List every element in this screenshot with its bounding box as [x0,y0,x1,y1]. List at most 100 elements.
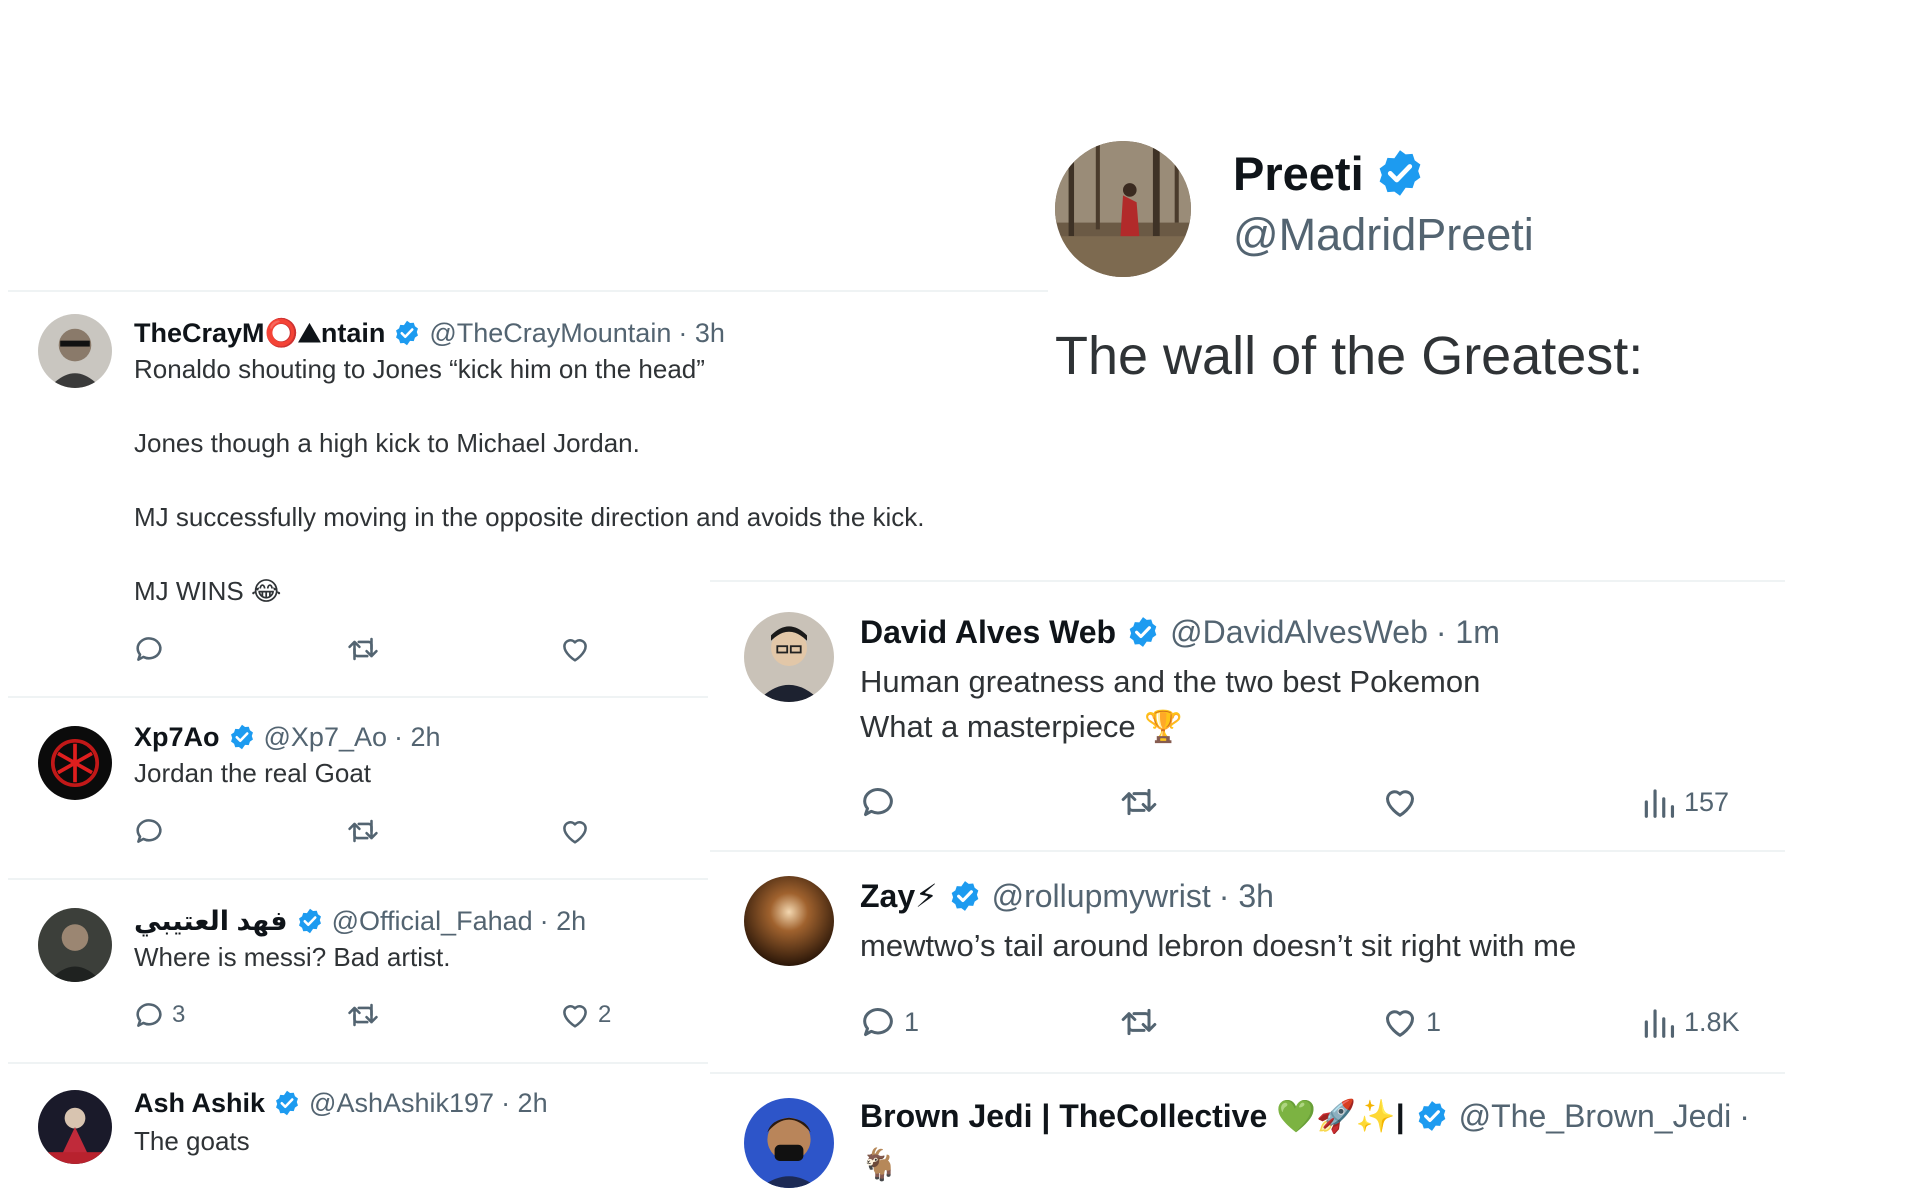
avatar[interactable] [38,908,112,982]
repost-arrows-icon [1121,788,1157,816]
timestamp[interactable]: · 3h [678,318,725,349]
reply-tweet[interactable]: Xp7Ao @Xp7_Ao · 2h Jordan the real Goat [8,698,708,878]
author-name[interactable]: TheCrayM⭕⛰ntain [134,317,385,350]
author-handle[interactable]: @The_Brown_Jedi [1459,1098,1732,1135]
reply-tweet[interactable]: David Alves Web @DavidAlvesWeb · 1m Huma… [710,582,1785,850]
avatar[interactable] [38,726,112,800]
reply-text-line: The goats [134,1126,250,1156]
author-name[interactable]: David Alves Web [860,614,1116,651]
author-name[interactable]: Brown Jedi | TheCollective 💚🚀✨| [860,1097,1405,1135]
timestamp[interactable]: · 2h [540,906,587,937]
post-text: The wall of the Greatest: [1055,326,1644,386]
repost-arrows-icon [348,637,378,661]
like-button[interactable] [558,814,592,848]
avatar[interactable] [1055,141,1191,277]
speech-bubble-icon [136,819,162,843]
like-button[interactable] [558,632,592,666]
retweet-button[interactable] [345,814,381,848]
reply-header: Xp7Ao @Xp7_Ao · 2h [134,720,441,754]
bar-chart-icon [1644,789,1675,818]
bar-chart-icon [1644,1009,1675,1038]
like-count: 1 [1426,1006,1442,1037]
reply-text-line: 🐐 [860,1147,899,1182]
reply-button[interactable] [132,814,166,848]
reply-count: 1 [904,1006,920,1037]
reply-text-line: mewtwo’s tail around lebron doesn’t sit … [860,928,1577,963]
author-name[interactable]: Preeti [1233,146,1364,201]
reply-button[interactable] [132,632,166,666]
author-handle[interactable]: @rollupmywrist [992,878,1211,915]
retweet-button[interactable] [1118,1002,1160,1042]
author-handle[interactable]: @Official_Fahad [332,906,533,937]
reply-text-line: What a masterpiece 🏆 [860,709,1183,744]
reply-tweet[interactable]: Zay⚡ @rollupmywrist · 3h mewtwo’s tail a… [710,852,1785,1072]
speech-bubble-icon [136,637,162,661]
views-button[interactable]: 157 [1640,782,1729,822]
right-replies-panel: David Alves Web @DavidAlvesWeb · 1m Huma… [710,580,1785,1200]
avatar[interactable] [38,314,112,388]
retweet-button[interactable] [345,632,381,666]
verified-icon [1126,615,1160,649]
reply-header: Brown Jedi | TheCollective 💚🚀✨| @The_Bro… [860,1096,1750,1136]
like-button[interactable]: 2 [558,998,611,1032]
header-post: Preeti @MadridPreeti The wall of the Gre… [1055,135,1855,395]
author-handle[interactable]: @MadridPreeti [1233,209,1534,261]
avatar[interactable] [744,1098,834,1188]
verified-icon [1374,147,1426,199]
timestamp[interactable]: · 3h [1219,878,1274,915]
retweet-button[interactable] [345,998,381,1032]
repost-arrows-icon [348,819,378,843]
timestamp[interactable]: · 1m [1436,614,1500,651]
avatar[interactable] [744,876,834,966]
reply-button[interactable]: 3 [132,998,185,1032]
speech-bubble-icon [863,1008,893,1036]
reply-button[interactable] [858,782,898,822]
retweet-button[interactable] [1118,782,1160,822]
avatar[interactable] [744,612,834,702]
author-row: Preeti [1233,145,1426,201]
repost-arrows-icon [348,1003,378,1027]
author-handle[interactable]: @DavidAlvesWeb [1170,614,1428,651]
view-count: 157 [1684,786,1730,817]
timestamp[interactable]: · [1739,1098,1750,1135]
reply-text-line: Ronaldo shouting to Jones “kick him on t… [134,354,705,384]
heart-icon [563,639,587,662]
author-handle[interactable]: @AshAshik197 [309,1088,494,1119]
like-button[interactable]: 1 [1380,1002,1441,1042]
reply-text-line: Human greatness and the two best Pokemon [860,664,1481,699]
heart-icon [563,821,587,844]
reply-button[interactable]: 1 [858,1002,919,1042]
verified-icon [393,319,421,347]
reply-text-line: MJ successfully moving in the opposite d… [134,502,925,532]
reply-text-line: Jordan the real Goat [134,758,372,788]
reply-tweet[interactable]: فهد العتيبي @Official_Fahad · 2h Where i… [8,880,708,1062]
author-name[interactable]: Xp7Ao [134,722,220,753]
timestamp[interactable]: · 2h [394,722,441,753]
speech-bubble-icon [863,788,893,816]
verified-icon [296,907,324,935]
reply-text-line: Where is messi? Bad artist. [134,942,451,972]
author-handle[interactable]: @Xp7_Ao [264,722,388,753]
author-handle[interactable]: @TheCrayMountain [429,318,671,349]
author-name[interactable]: Zay⚡ [860,877,938,915]
reply-header: Ash Ashik @AshAshik197 · 2h [134,1086,548,1120]
reply-tweet[interactable]: Ash Ashik @AshAshik197 · 2h The goats [8,1064,708,1180]
reply-text-line: MJ WINS 😂 [134,576,282,606]
like-button[interactable] [1380,782,1420,822]
heart-icon [1386,790,1414,817]
reply-tweet[interactable]: Brown Jedi | TheCollective 💚🚀✨| @The_Bro… [710,1074,1785,1200]
heart-icon [1386,1010,1414,1037]
reply-header: TheCrayM⭕⛰ntain @TheCrayMountain · 3h [134,316,725,350]
verified-icon [948,879,982,913]
reply-text-line: Jones though a high kick to Michael Jord… [134,428,640,458]
like-count: 2 [598,1001,612,1028]
views-button[interactable]: 1.8K [1640,1002,1740,1042]
timestamp[interactable]: · 2h [501,1088,548,1119]
reply-header: Zay⚡ @rollupmywrist · 3h [860,876,1274,916]
author-name[interactable]: فهد العتيبي [134,906,288,937]
verified-icon [228,723,256,751]
author-name[interactable]: Ash Ashik [134,1088,265,1119]
avatar[interactable] [38,1090,112,1164]
reply-header: فهد العتيبي @Official_Fahad · 2h [134,904,586,938]
verified-icon [1415,1099,1449,1133]
